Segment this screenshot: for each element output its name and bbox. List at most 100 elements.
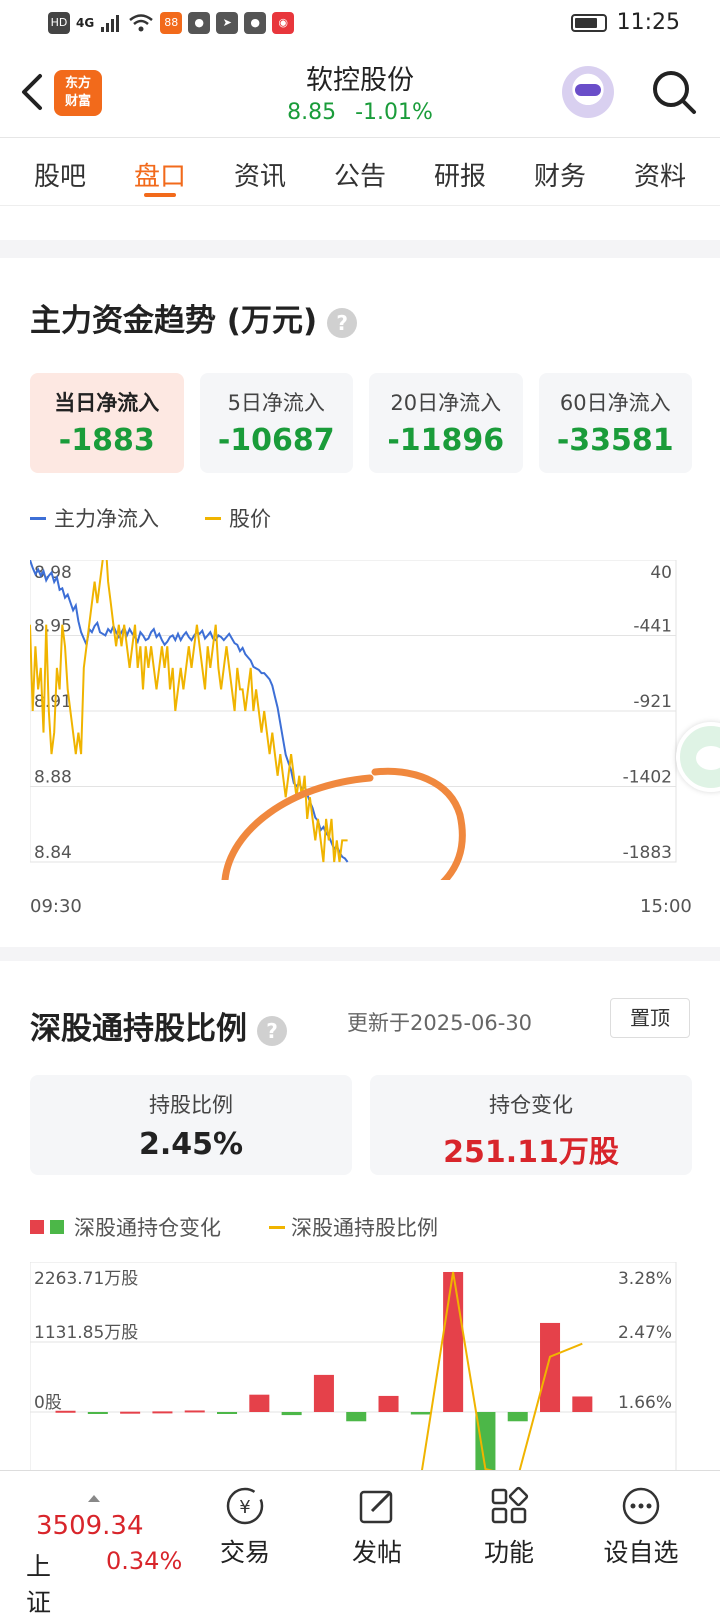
hold-title-text: 深股通持股比例	[30, 1011, 247, 1047]
chart-frame	[30, 1262, 677, 1472]
edit-icon	[359, 1490, 393, 1524]
svg-text:¥: ¥	[239, 1497, 250, 1518]
inflow-card-60d[interactable]: 60日净流入 -33581	[538, 373, 692, 473]
hold-change-bar	[249, 1394, 270, 1412]
left-axis-tick: 8.88	[34, 768, 72, 788]
help-icon[interactable]: ?	[327, 307, 358, 338]
wechat-icon: ●	[244, 12, 267, 34]
status-bar: HD 4G 88 ● ➤ ● ◉ 11:25	[0, 0, 720, 50]
left-axis-tick: 8.95	[34, 617, 72, 637]
hand-drawn-circle	[221, 767, 466, 880]
legend-swatch-ratio	[269, 1225, 285, 1229]
inflow-card-5d[interactable]: 5日净流入 -10687	[199, 373, 353, 473]
hold-change-card: 持仓变化 251.11万股	[370, 1075, 692, 1175]
inflow-card-label: 5日净流入	[227, 391, 325, 415]
hold-card-label: 持仓变化	[489, 1093, 573, 1117]
help-icon[interactable]: ?	[257, 1015, 287, 1046]
app-icon: 88	[160, 12, 183, 34]
hold-change-bar	[378, 1395, 399, 1412]
right-axis-tick: 2.47%	[618, 1323, 672, 1343]
pin-button[interactable]: 置顶	[610, 998, 690, 1038]
weibo-icon: ◉	[272, 12, 295, 34]
up-triangle-icon	[88, 1495, 100, 1502]
hold-change-bar	[346, 1412, 367, 1422]
hold-change-bar	[443, 1272, 464, 1412]
tab-news[interactable]: 资讯	[234, 138, 286, 205]
main-fund-title-text: 主力资金趋势 (万元)	[30, 303, 318, 339]
hold-change-chart: 2263.71万股 3.28% 1131.85万股 2.47% 0股 1.66%	[30, 1262, 677, 1472]
yuan-exchange-icon: ¥	[226, 1487, 264, 1525]
legend-swatch-down	[50, 1220, 64, 1234]
hold-title: 深股通持股比例?	[30, 1003, 287, 1048]
left-axis-tick: 8.84	[34, 843, 72, 863]
index-value: 3509.34	[36, 1511, 144, 1541]
tab-research[interactable]: 研报	[434, 138, 486, 205]
update-time: 更新于2025-06-30	[347, 1011, 533, 1035]
trade-button[interactable]: ¥ 交易	[200, 1479, 290, 1569]
stock-price: 8.85	[287, 100, 337, 125]
stock-quote: 8.85 -1.01%	[0, 100, 720, 125]
index-percent: 0.34%	[106, 1547, 183, 1575]
inflow-card-value: -11896	[387, 423, 505, 458]
fund-trend-chart: 8.98 408.95 -4418.91 -9218.88 -14028.84 -1883	[30, 560, 677, 880]
time-start-label: 09:30	[30, 896, 82, 917]
inflow-card-value: -1883	[58, 423, 155, 458]
hold-ratio-card: 持股比例 2.45%	[30, 1075, 352, 1175]
right-axis-tick: -441	[633, 617, 672, 637]
functions-button[interactable]: 功能	[464, 1479, 554, 1569]
right-axis-tick: -1883	[623, 843, 672, 863]
hd-icon: HD	[48, 12, 70, 34]
legend-label-change: 深股通持仓变化	[74, 1216, 221, 1240]
right-axis-tick: 1.66%	[618, 1393, 672, 1413]
grid-apps-icon	[491, 1486, 529, 1524]
hold-change-bar	[507, 1412, 528, 1422]
hold-change-bar	[55, 1410, 76, 1413]
hold-change-bar	[572, 1396, 593, 1412]
network-label: 4G	[76, 16, 95, 30]
hold-change-bar	[217, 1412, 238, 1414]
left-axis-tick: 2263.71万股	[34, 1269, 138, 1289]
hold-change-bar	[281, 1412, 302, 1416]
inflow-card-value: -33581	[556, 423, 674, 458]
inflow-card-label: 20日净流入	[390, 391, 502, 415]
fund-chart-legend: 主力净流入 股价	[30, 503, 271, 533]
right-axis-tick: 40	[650, 563, 672, 583]
search-icon[interactable]	[650, 68, 698, 116]
post-button[interactable]: 发帖	[332, 1479, 422, 1569]
assistant-robot-icon[interactable]	[562, 66, 614, 118]
clock: 11:25	[616, 10, 680, 35]
hold-change-bar	[184, 1410, 205, 1413]
add-watchlist-button[interactable]: 设自选	[596, 1479, 686, 1569]
wechat-icon: ●	[188, 12, 211, 34]
legend-label-price: 股价	[229, 507, 271, 531]
tab-guba[interactable]: 股吧	[34, 138, 86, 205]
stock-change: -1.01%	[355, 100, 433, 125]
index-name: 上证	[26, 1552, 52, 1617]
legend-swatch-up	[30, 1220, 44, 1234]
inflow-card-20d[interactable]: 20日净流入 -11896	[369, 373, 523, 473]
trade-label: 交易	[219, 1538, 270, 1567]
tab-announcements[interactable]: 公告	[334, 138, 386, 205]
hold-card-value: 251.11万股	[443, 1135, 619, 1170]
wifi-icon	[129, 14, 153, 32]
tab-finance[interactable]: 财务	[534, 138, 586, 205]
time-end-label: 15:00	[640, 896, 692, 917]
right-axis-tick: -921	[633, 692, 672, 712]
section-divider	[0, 947, 720, 961]
legend-label-ratio: 深股通持股比例	[291, 1216, 438, 1240]
legend-label-inflow: 主力净流入	[54, 507, 159, 531]
hold-change-bar	[152, 1411, 173, 1414]
add-watchlist-label: 设自选	[603, 1538, 679, 1567]
inflow-card-today[interactable]: 当日净流入 -1883	[30, 373, 184, 473]
tab-bar: 股吧 盘口 资讯 公告 研报 财务 资料	[0, 138, 720, 206]
tab-pankou[interactable]: 盘口	[134, 138, 186, 205]
inflow-card-label: 当日净流入	[54, 391, 160, 415]
hold-cards: 持股比例 2.45% 持仓变化 251.11万股	[30, 1075, 692, 1175]
battery-icon	[570, 13, 607, 32]
main-fund-title: 主力资金趋势 (万元)?	[30, 295, 358, 340]
left-axis-tick: 8.91	[34, 692, 72, 712]
left-axis-tick: 0股	[34, 1393, 62, 1413]
stock-header: 东方财富 软控股份 8.85 -1.01%	[0, 50, 720, 138]
hold-card-value: 2.45%	[138, 1127, 244, 1162]
tab-profile[interactable]: 资料	[634, 138, 686, 205]
